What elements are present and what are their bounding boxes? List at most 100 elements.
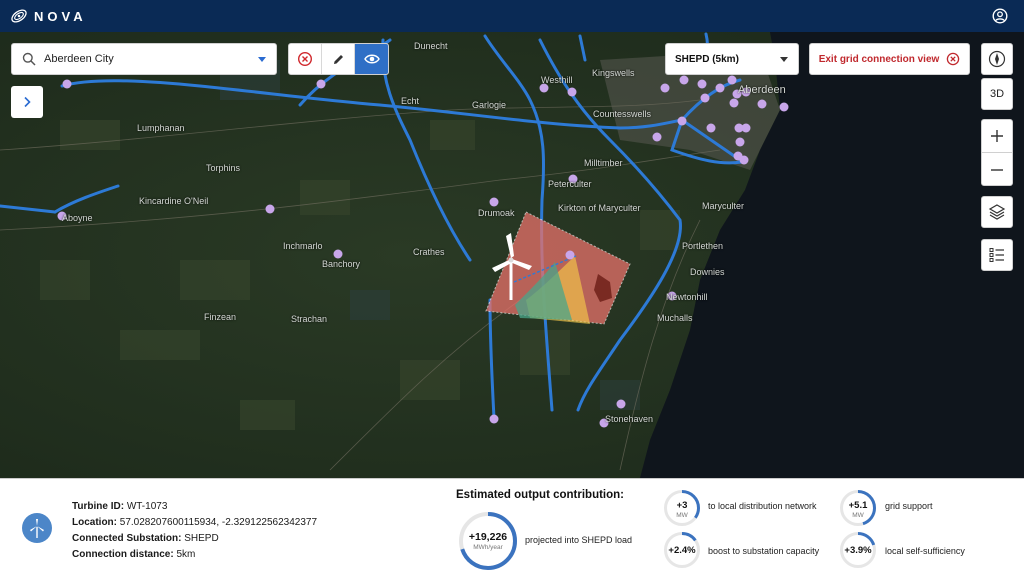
nova-logo-icon <box>11 9 27 23</box>
metric-value: +3 <box>676 500 688 511</box>
turbine-info-panel: Turbine ID: WT-1073 Location: 57.0282076… <box>0 478 1024 579</box>
place-label: Crathes <box>413 247 445 257</box>
place-label: Westhill <box>541 75 573 85</box>
legend-button[interactable] <box>981 239 1013 271</box>
clear-button[interactable] <box>289 44 322 74</box>
metric-label: boost to substation capacity <box>708 546 820 556</box>
metric-label: grid support <box>885 501 933 511</box>
metric-ring: +3.9% <box>839 531 877 569</box>
region-select-value: SHEPD (5km) <box>675 53 739 65</box>
substation-label: Connected Substation: <box>72 533 182 544</box>
place-label: Aberdeen <box>738 84 786 96</box>
place-label: Drumoak <box>478 208 515 218</box>
map-canvas[interactable]: Dunecht Westhill Kingswells Echt Garlogi… <box>0 32 1024 478</box>
metric-label: local self-sufficiency <box>885 546 965 556</box>
zoom-out-button[interactable] <box>982 153 1012 186</box>
place-label: Kingswells <box>592 68 635 78</box>
app-name: NOVA <box>34 8 87 24</box>
edit-button[interactable] <box>322 44 355 74</box>
drawing-toolbar <box>288 43 389 75</box>
metric-unit: MW <box>676 512 688 519</box>
distance-label: Connection distance: <box>72 549 174 560</box>
compass-button[interactable] <box>981 43 1013 75</box>
place-label: Countesswells <box>593 109 652 119</box>
place-label: Echt <box>401 96 420 106</box>
place-label: Newtonhill <box>666 292 708 302</box>
location-search[interactable] <box>11 43 277 75</box>
search-icon <box>22 52 36 66</box>
metric-label: to local distribution network <box>708 501 817 511</box>
place-label: Inchmarlo <box>283 241 323 251</box>
metric-value: +3.9% <box>844 545 872 556</box>
distance-value: 5km <box>176 549 196 560</box>
minus-icon <box>991 168 1003 171</box>
zoom-in-button[interactable] <box>982 120 1012 153</box>
turbine-id-row: Turbine ID: WT-1073 <box>72 499 317 515</box>
output-main-label: projected into SHEPD load <box>525 535 633 545</box>
location-row: Location: 57.028207600115934, -2.3291225… <box>72 515 317 531</box>
place-label: Aboyne <box>62 213 93 223</box>
place-label: Muchalls <box>657 313 693 323</box>
distance-row: Connection distance: 5km <box>72 547 317 563</box>
pencil-icon <box>333 54 343 64</box>
eye-icon <box>363 54 380 64</box>
place-label: Strachan <box>291 314 328 324</box>
place-label: Lumphanan <box>137 123 185 133</box>
place-label: Kincardine O'Neil <box>139 196 209 206</box>
substation-value: SHEPD <box>184 533 219 544</box>
view-button[interactable] <box>355 44 388 74</box>
place-label: Finzean <box>204 312 237 322</box>
metric-value: +2.4% <box>668 545 696 556</box>
metric-value: +5.1 <box>848 500 868 511</box>
output-main-value: +19,226 <box>468 531 508 543</box>
metric-ring: +3 MW <box>663 489 701 527</box>
location-label: Location: <box>72 517 117 528</box>
output-title: Estimated output contribution: <box>456 489 625 501</box>
place-label: Kirkton of Maryculter <box>558 203 641 213</box>
place-label: Banchory <box>322 259 361 269</box>
place-label: Torphins <box>206 163 241 173</box>
wind-turbine-icon <box>30 519 44 538</box>
output-main-ring: +19,226 MWh/year <box>458 511 518 571</box>
place-label: Garlogie <box>472 100 507 110</box>
metric-ring: +5.1 MW <box>839 489 877 527</box>
turbine-id-label: Turbine ID: <box>72 501 125 512</box>
map-base-layer <box>0 32 1024 478</box>
place-label: Dunecht <box>414 41 448 51</box>
layers-button[interactable] <box>981 196 1013 228</box>
place-label: Stonehaven <box>605 414 654 424</box>
plus-icon <box>991 130 1003 142</box>
region-select[interactable]: SHEPD (5km) <box>665 43 799 75</box>
account-icon[interactable] <box>992 8 1008 24</box>
top-bar: NOVA <box>0 0 1024 32</box>
exit-grid-view-button[interactable]: Exit grid connection view <box>809 43 970 75</box>
substation-row: Connected Substation: SHEPD <box>72 531 317 547</box>
place-label: Portlethen <box>682 241 724 251</box>
exit-grid-view-label: Exit grid connection view <box>818 53 940 65</box>
turbine-details: Turbine ID: WT-1073 Location: 57.0282076… <box>72 499 317 563</box>
metric-unit: MW <box>852 512 864 519</box>
chevron-down-icon[interactable] <box>258 57 266 62</box>
place-label: Downies <box>690 267 725 277</box>
turbine-id-value: WT-1073 <box>126 501 168 512</box>
search-input[interactable] <box>44 53 244 65</box>
close-circle-icon <box>297 51 313 67</box>
location-value: 57.028207600115934, -2.329122562342377 <box>119 517 318 528</box>
chevron-down-icon <box>780 57 788 62</box>
compass-icon <box>988 50 1006 68</box>
place-label: Milltimber <box>584 158 623 168</box>
close-circle-icon <box>947 52 960 66</box>
turbine-avatar <box>22 513 52 543</box>
expand-panel-button[interactable] <box>11 86 43 118</box>
chevron-right-icon <box>24 96 31 108</box>
list-icon <box>989 248 1004 262</box>
toggle-3d-label: 3D <box>989 88 1005 100</box>
place-label: Peterculter <box>548 179 592 189</box>
output-main-unit: MWh/year <box>473 544 503 551</box>
place-label: Maryculter <box>702 201 745 211</box>
metric-ring: +2.4% <box>663 531 701 569</box>
toggle-3d-button[interactable]: 3D <box>981 78 1013 110</box>
zoom-controls <box>981 119 1013 186</box>
app-logo[interactable]: NOVA <box>10 7 87 25</box>
layers-icon <box>988 204 1006 220</box>
